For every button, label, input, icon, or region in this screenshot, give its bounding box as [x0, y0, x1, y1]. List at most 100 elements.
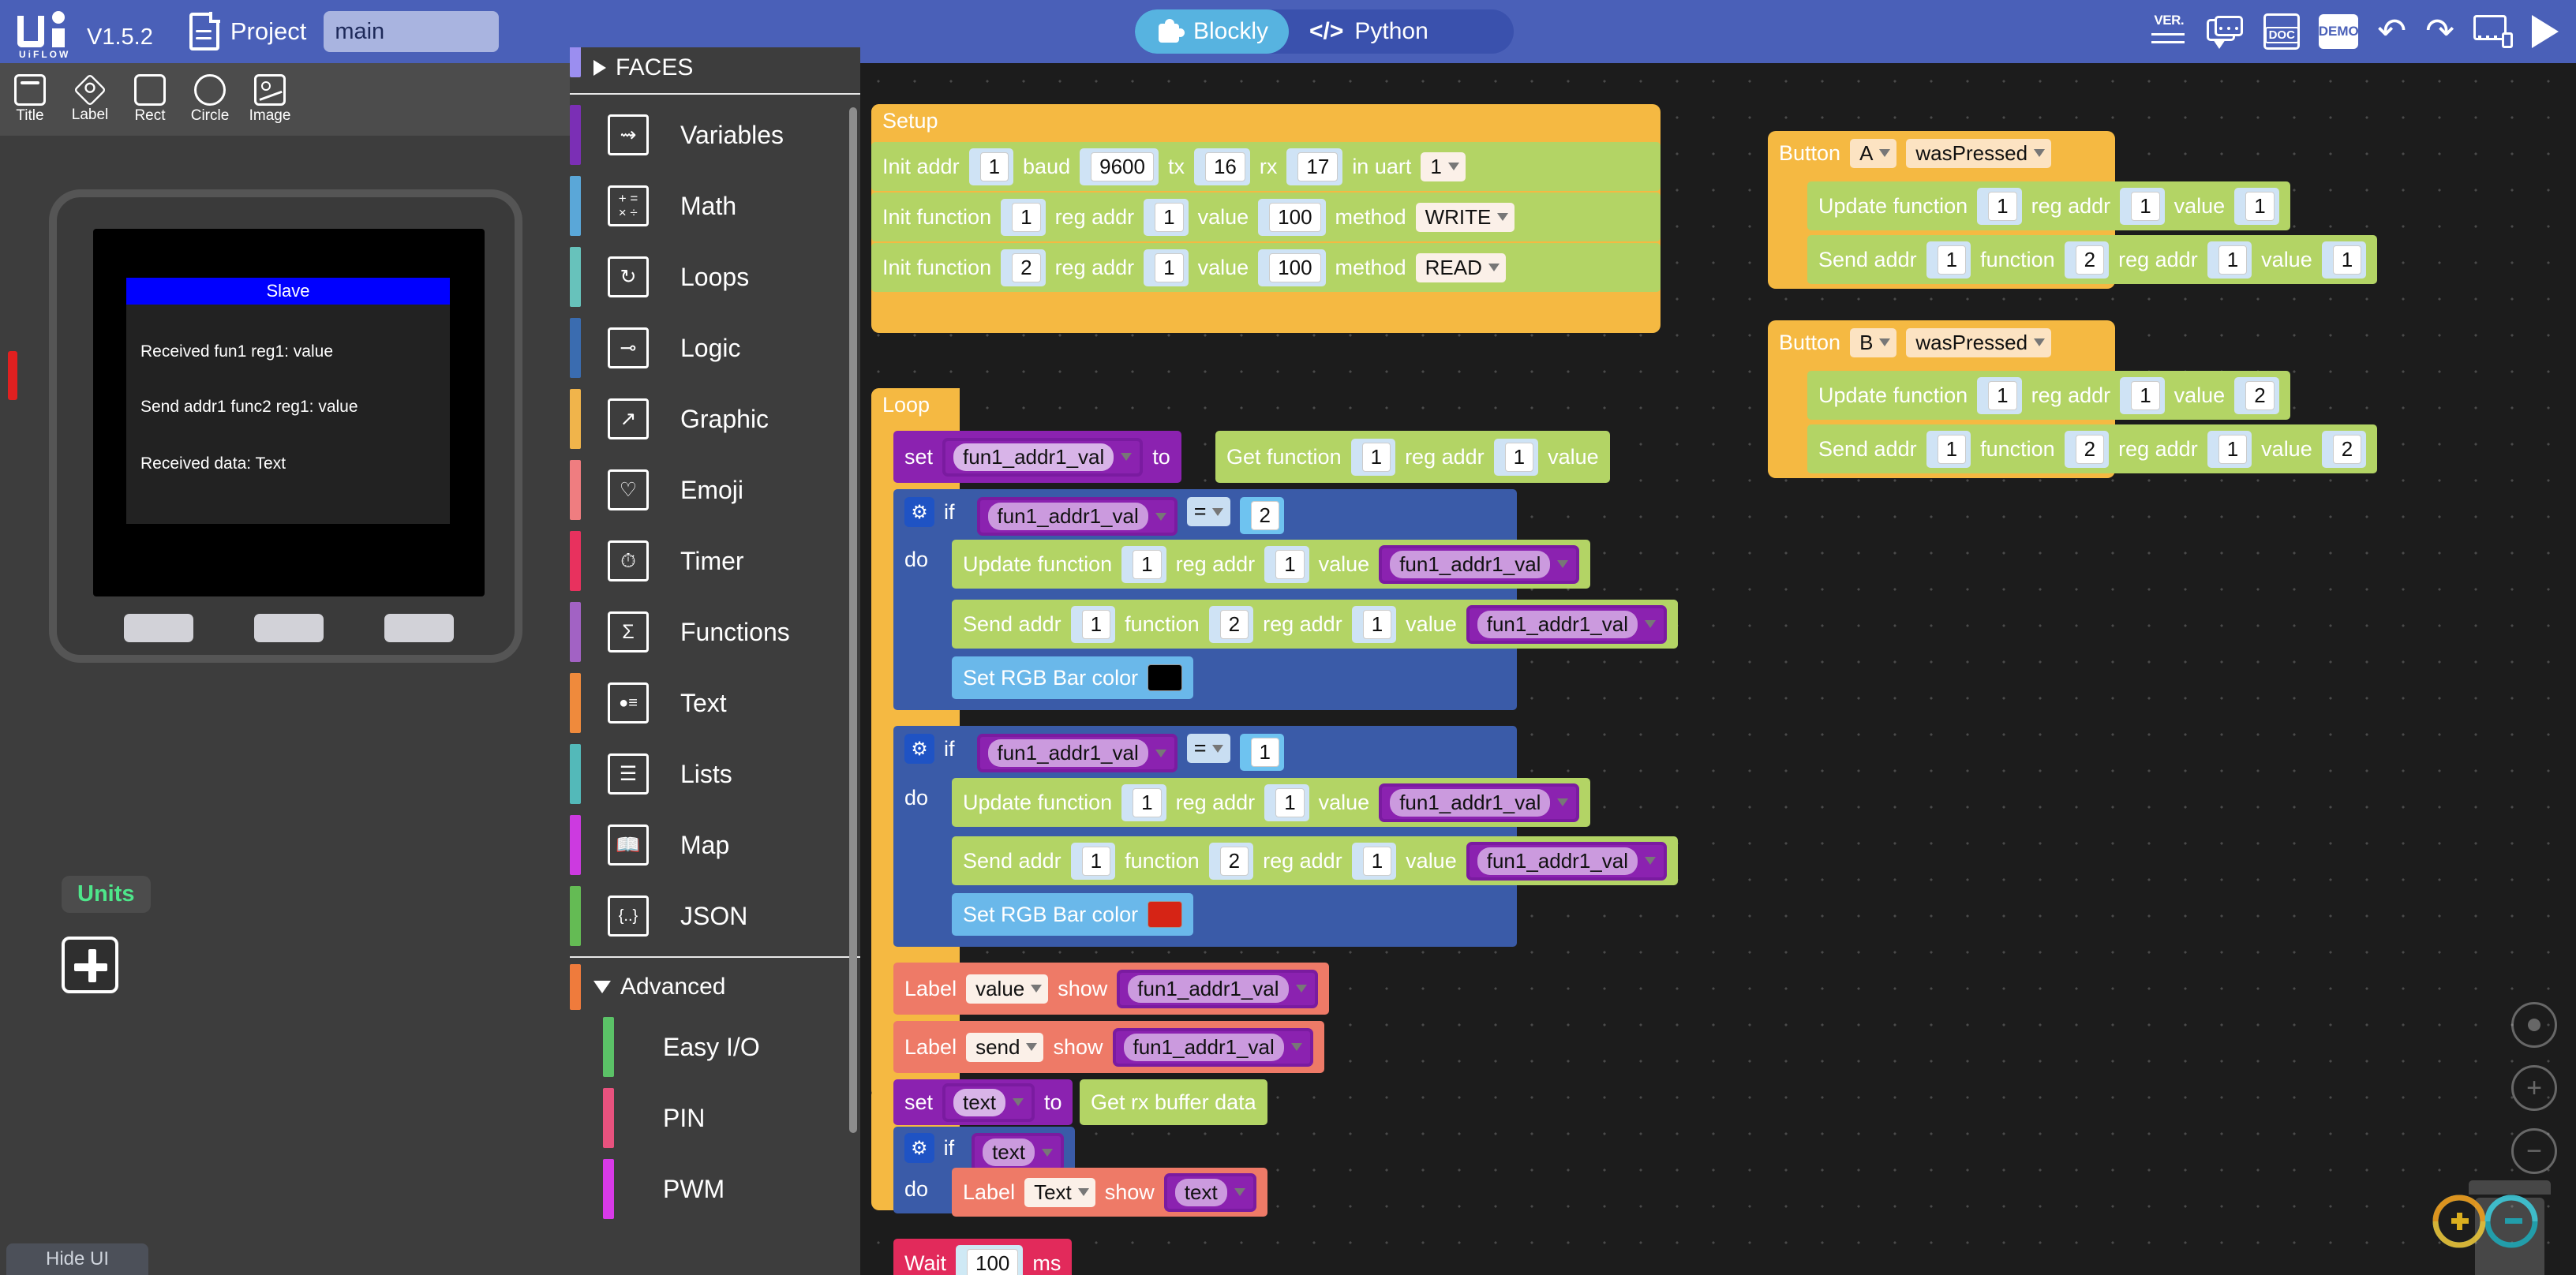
if1-number[interactable]: 2	[1250, 501, 1280, 530]
get-function-fn[interactable]: 1	[1361, 442, 1391, 472]
method-dropdown-write[interactable]: WRITE	[1415, 202, 1515, 232]
button-b-dropdown[interactable]: B	[1850, 327, 1897, 357]
shape-tool-circle[interactable]: Circle	[180, 63, 240, 136]
label-value-var[interactable]: fun1_addr1_val	[1117, 969, 1318, 1008]
var-dropdown-fun1-addr1-val[interactable]: fun1_addr1_val	[942, 437, 1144, 477]
label-text-block[interactable]: Label Text show text	[952, 1168, 1267, 1217]
if1-color-swatch[interactable]	[1148, 664, 1183, 691]
button-b-send-block[interactable]: Send addr 1 function 2 reg addr 1 value …	[1807, 424, 2378, 473]
blockly-workspace[interactable]: Setup Init addr 1 baud 9600 tx 16 rx 17 …	[860, 63, 2576, 1275]
gear-icon[interactable]: ⚙	[904, 497, 934, 527]
if1-operator-dropdown[interactable]: =	[1186, 497, 1230, 526]
init-addr-block[interactable]: Init addr 1 baud 9600 tx 16 rx 17 in uar…	[871, 142, 1661, 191]
sidebar-item-pwm[interactable]: PWM	[570, 1153, 860, 1225]
button-a-event-dropdown[interactable]: wasPressed	[1906, 138, 2052, 168]
mode-switch[interactable]: Blockly </> Python	[1135, 9, 1514, 54]
if1-send-fn[interactable]: 2	[1219, 609, 1249, 639]
label-text-var[interactable]: text	[1163, 1172, 1256, 1212]
wait-value[interactable]: 100	[967, 1248, 1019, 1275]
sidebar-item-json[interactable]: {..} JSON	[570, 881, 860, 952]
if1-send-addr-block[interactable]: Send addr 1 function 2 reg addr 1 value …	[952, 600, 1678, 649]
init-function-value[interactable]: 1	[1012, 202, 1041, 232]
project-name-input[interactable]	[324, 11, 500, 52]
button-b-send-addr[interactable]: 1	[1937, 434, 1967, 464]
if2-set-rgb-block[interactable]: Set RGB Bar color	[952, 893, 1194, 936]
button-b-update-value[interactable]: 2	[2245, 380, 2275, 410]
zoom-out-button[interactable]: −	[2511, 1128, 2557, 1174]
if3-var-dropdown[interactable]: text	[972, 1133, 1064, 1172]
if1-send-addr[interactable]: 1	[1081, 609, 1111, 639]
sidebar-item-pin[interactable]: PIN	[570, 1082, 860, 1153]
hide-ui-button[interactable]: Hide UI	[6, 1243, 148, 1275]
uart-dropdown[interactable]: 1	[1421, 151, 1466, 181]
run-button[interactable]	[2532, 12, 2559, 51]
if2-send-addr-block[interactable]: Send addr 1 function 2 reg addr 1 value …	[952, 836, 1678, 885]
label-value-block[interactable]: Label value show fun1_addr1_val	[893, 963, 1329, 1015]
label-send-block[interactable]: Label send show fun1_addr1_val	[893, 1021, 1324, 1073]
reg-addr2-value[interactable]: 1	[1155, 252, 1184, 282]
button-b-send-value[interactable]: 2	[2332, 434, 2362, 464]
button-a-send-block[interactable]: Send addr 1 function 2 reg addr 1 value …	[1807, 235, 2378, 284]
reg-addr-value[interactable]: 1	[1155, 202, 1184, 232]
if2-update-function-block[interactable]: Update function 1 reg addr 1 value fun1_…	[952, 778, 1591, 827]
baud-value[interactable]: 9600	[1091, 151, 1154, 181]
if1-update-fn[interactable]: 1	[1133, 549, 1162, 579]
if1-send-reg[interactable]: 1	[1362, 609, 1392, 639]
init-addr-value[interactable]: 1	[979, 151, 1009, 181]
sidebar-item-timer[interactable]: ⏱ Timer	[570, 525, 860, 596]
if1-set-rgb-block[interactable]: Set RGB Bar color	[952, 656, 1194, 699]
init-function-write-block[interactable]: Init function 1 reg addr 1 value 100 met…	[871, 193, 1661, 241]
get-function-reg[interactable]: 1	[1504, 442, 1534, 472]
sidebar-item-emoji[interactable]: ♡ Emoji	[570, 454, 860, 525]
ui-label-send-addr1[interactable]: Send addr1 func2 reg1: value	[140, 398, 358, 417]
if1-send-var[interactable]: fun1_addr1_val	[1466, 604, 1667, 644]
set-text-var[interactable]: text	[942, 1082, 1035, 1122]
if2-update-reg[interactable]: 1	[1275, 787, 1305, 817]
gear-icon[interactable]: ⚙	[904, 1133, 934, 1163]
if2-send-reg[interactable]: 1	[1362, 846, 1392, 876]
ui-label-received-data[interactable]: Received data: Text	[140, 454, 286, 473]
if1-var-dropdown[interactable]: fun1_addr1_val	[976, 497, 1178, 536]
device-button-a[interactable]	[123, 614, 193, 642]
ui-label-received-fun1[interactable]: Received fun1 reg1: value	[140, 342, 333, 361]
ui-title-widget[interactable]: Slave	[126, 278, 450, 305]
sidebar-item-map[interactable]: 📖 Map	[570, 809, 860, 881]
tab-python[interactable]: </> Python	[1289, 9, 1449, 54]
get-function-block[interactable]: Get function 1 reg addr 1 value	[1215, 431, 1610, 483]
shape-tool-label[interactable]: Label	[60, 63, 120, 136]
device-button-b[interactable]	[253, 614, 324, 642]
get-rx-buffer-block[interactable]: Get rx buffer data	[1080, 1079, 1267, 1125]
if2-color-swatch[interactable]	[1148, 901, 1183, 928]
doc-button[interactable]: DOC	[2263, 12, 2301, 51]
if2-update-fn[interactable]: 1	[1133, 787, 1162, 817]
method-dropdown-read[interactable]: READ	[1415, 252, 1506, 282]
shape-tool-image[interactable]: Image	[240, 63, 300, 136]
if2-send-addr[interactable]: 1	[1081, 846, 1111, 876]
label-value-target[interactable]: value	[966, 974, 1049, 1004]
add-unit-button[interactable]	[62, 937, 118, 993]
init-function-read-block[interactable]: Init function 2 reg addr 1 value 100 met…	[871, 243, 1661, 292]
sidebar-item-graphic[interactable]: ↗ Graphic	[570, 383, 860, 454]
shape-tool-title[interactable]: Title	[0, 63, 60, 136]
sidebar-item-loops[interactable]: ↻ Loops	[570, 241, 860, 312]
device-connect-button[interactable]	[2473, 12, 2513, 51]
button-a-send-addr[interactable]: 1	[1937, 245, 1967, 275]
button-a-dropdown[interactable]: A	[1850, 138, 1897, 168]
device-screen[interactable]: Slave Received fun1 reg1: value Send add…	[93, 229, 485, 596]
version-button[interactable]: VER.	[2150, 12, 2188, 51]
sidebar-scrollbar[interactable]	[849, 107, 857, 1133]
undo-button[interactable]: ↶	[2377, 12, 2406, 51]
category-group-advanced[interactable]: Advanced	[570, 963, 860, 1011]
if2-send-fn[interactable]: 2	[1219, 846, 1249, 876]
button-b-update-fn[interactable]: 1	[1988, 380, 2017, 410]
label-send-target[interactable]: send	[966, 1032, 1044, 1062]
value-value[interactable]: 100	[1269, 202, 1321, 232]
center-workspace-button[interactable]	[2511, 1002, 2557, 1048]
sidebar-item-easy-io[interactable]: Easy I/O	[570, 1011, 860, 1082]
sidebar-item-lists[interactable]: ☰ Lists	[570, 738, 860, 809]
gear-icon[interactable]: ⚙	[904, 734, 934, 764]
set-text-block[interactable]: set text to	[893, 1079, 1073, 1125]
sidebar-item-functions[interactable]: Σ Functions	[570, 596, 860, 667]
tab-blockly[interactable]: Blockly	[1135, 9, 1290, 54]
if2-update-var[interactable]: fun1_addr1_val	[1379, 783, 1580, 822]
